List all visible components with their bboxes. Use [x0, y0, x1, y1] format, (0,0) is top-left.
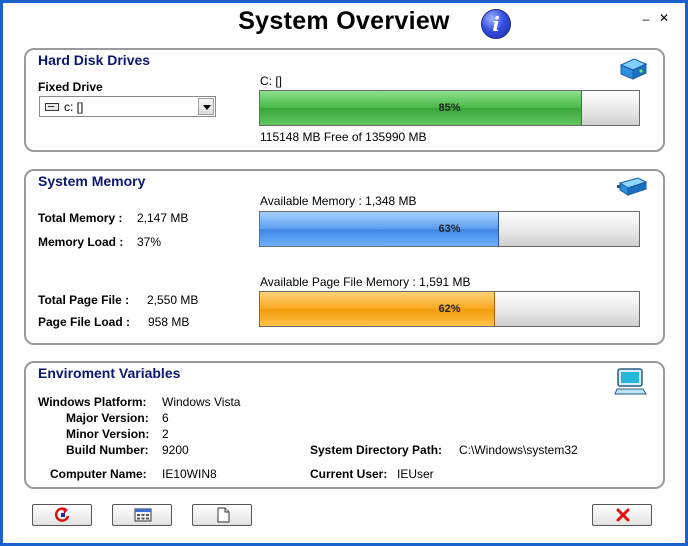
refresh-button[interactable]: [32, 504, 92, 526]
available-memory-caption: Available Memory : 1,348 MB: [260, 194, 417, 208]
computer-name-value: IE10WIN8: [162, 467, 217, 481]
current-user-value: IEUser: [397, 467, 434, 481]
drive-select-value: c: []: [64, 100, 84, 114]
disk-usage-text: 85%: [438, 102, 461, 114]
memory-load-value: 37%: [137, 235, 162, 249]
total-page-file-value: 2,550 MB: [147, 293, 199, 307]
major-version-label: Major Version:: [66, 411, 149, 425]
close-x-icon: [616, 508, 630, 522]
available-memory-text: 63%: [438, 223, 461, 235]
available-memory-bar: 63%: [259, 211, 640, 247]
available-page-caption: Available Page File Memory : 1,591 MB: [260, 275, 471, 289]
total-memory-value: 2,147 MB: [137, 211, 189, 225]
minimize-button[interactable]: _: [639, 7, 653, 21]
memory-load-label: Memory Load :: [38, 235, 124, 249]
system-memory-title: System Memory: [38, 173, 146, 189]
hard-disk-icon: [618, 56, 648, 85]
build-number-label: Build Number:: [66, 443, 149, 457]
system-memory-group: System Memory Total Memory : 2,147 MB Me…: [24, 169, 665, 345]
document-icon: [217, 507, 230, 523]
available-page-text: 62%: [438, 303, 461, 315]
computer-monitor-icon: [614, 367, 648, 400]
page-file-load-value: 958 MB: [148, 315, 190, 329]
drive-icon: [45, 103, 59, 111]
fixed-drive-label: Fixed Drive: [38, 80, 103, 94]
calculator-icon: [134, 508, 152, 522]
current-user-label: Current User:: [310, 467, 388, 481]
drive-select[interactable]: c: []: [39, 96, 216, 117]
platform-value: Windows Vista: [162, 395, 241, 409]
computer-name-label: Computer Name:: [50, 467, 147, 481]
drive-caption: C: []: [260, 74, 283, 88]
system-directory-value: C:\Windows\system32: [459, 443, 578, 457]
info-icon[interactable]: i: [481, 9, 511, 39]
memory-chip-icon: [616, 175, 648, 202]
system-directory-label: System Directory Path:: [310, 443, 443, 457]
platform-label: Windows Platform:: [38, 395, 147, 409]
total-page-file-label: Total Page File :: [38, 293, 130, 307]
hard-disk-group: Hard Disk Drives Fixed Drive c: [] C: []…: [24, 48, 665, 152]
disk-free-text: 115148 MB Free of 135990 MB: [260, 130, 427, 144]
build-number-value: 9200: [162, 443, 189, 457]
system-overview-window: System Overview i _ ✕ Hard Disk Drives F…: [3, 3, 685, 543]
disk-usage-bar: 85%: [259, 90, 640, 126]
available-page-bar: 62%: [259, 291, 640, 327]
refresh-icon: [54, 507, 70, 522]
minor-version-value: 2: [162, 427, 169, 441]
major-version-value: 6: [162, 411, 169, 425]
environment-group: Enviroment Variables Windows Platform: W…: [24, 361, 665, 489]
minor-version-label: Minor Version:: [66, 427, 150, 441]
chevron-down-icon[interactable]: [198, 98, 214, 115]
report-button[interactable]: [192, 504, 252, 526]
close-window-button[interactable]: ✕: [657, 11, 671, 25]
total-memory-label: Total Memory :: [38, 211, 123, 225]
exit-button[interactable]: [592, 504, 652, 526]
page-title: System Overview: [238, 7, 450, 35]
environment-title: Enviroment Variables: [38, 365, 181, 381]
system-info-button[interactable]: [112, 504, 172, 526]
hard-disk-title: Hard Disk Drives: [38, 52, 151, 68]
page-file-load-label: Page File Load :: [38, 315, 131, 329]
